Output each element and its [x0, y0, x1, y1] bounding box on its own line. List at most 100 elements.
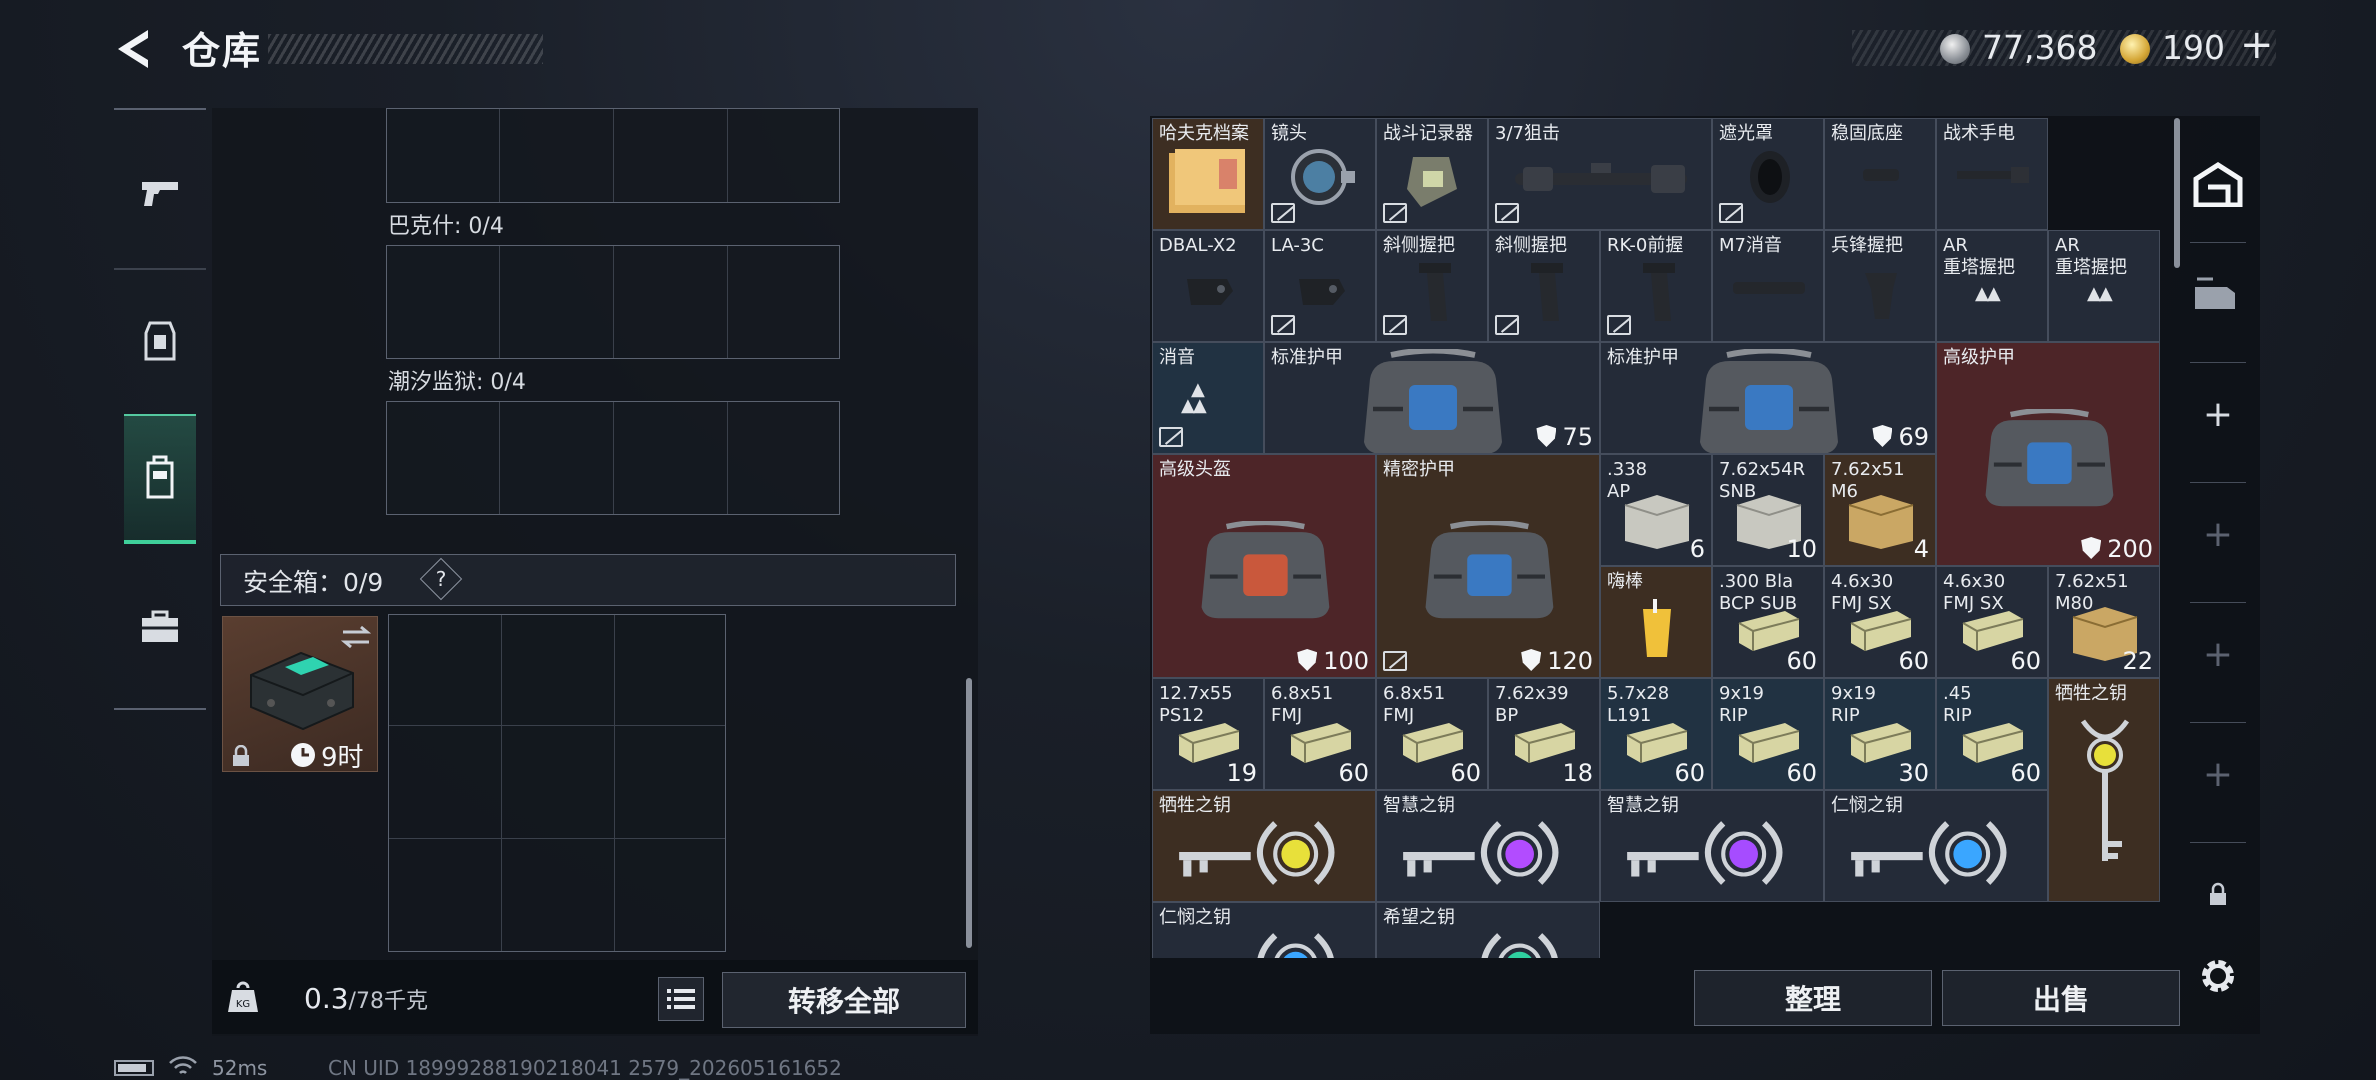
- storage-item[interactable]: 精密护甲 120: [1376, 454, 1600, 678]
- item-name: M7消音: [1719, 235, 1782, 256]
- armor-durability: 100: [1297, 647, 1369, 675]
- storage-item[interactable]: 兵锋握把: [1824, 230, 1936, 342]
- durability-value: 100: [1323, 647, 1369, 675]
- storage-item[interactable]: RK-0前握: [1600, 230, 1712, 342]
- storage-item[interactable]: 7.62x54R SNB 10: [1712, 454, 1824, 566]
- storage-item[interactable]: 遮光罩: [1712, 118, 1824, 230]
- sort-button[interactable]: 整理: [1694, 970, 1932, 1026]
- nav-items[interactable]: [124, 562, 196, 692]
- storage-item[interactable]: 战术手电: [1936, 118, 2048, 230]
- storage-item[interactable]: 7.62x51 M6 4: [1824, 454, 1936, 566]
- list-view-button[interactable]: [658, 977, 704, 1021]
- storage-item[interactable]: DBAL-X2: [1152, 230, 1264, 342]
- storage-item[interactable]: 9x19 RIP 60: [1712, 678, 1824, 790]
- tab-add[interactable]: +: [2176, 614, 2260, 694]
- shield-icon: [1521, 649, 1542, 671]
- item-name: 高级头盔: [1159, 459, 1231, 480]
- safe-box-grid[interactable]: [388, 614, 726, 952]
- item-count: 30: [1898, 759, 1929, 787]
- container-slot-row[interactable]: [386, 245, 840, 359]
- storage-item[interactable]: ▲▲ AR 重塔握把: [2048, 230, 2160, 342]
- page-title: 仓库: [182, 29, 263, 73]
- storage-item[interactable]: 仁悯之钥: [1152, 902, 1376, 958]
- shield-icon: [1872, 425, 1893, 447]
- storage-item[interactable]: 7.62x39 BP 18: [1488, 678, 1600, 790]
- container-slot-row[interactable]: [386, 401, 840, 515]
- left-scrollbar[interactable]: [966, 678, 972, 948]
- storage-item[interactable]: .45 RIP 60: [1936, 678, 2048, 790]
- not-tradeable-icon: [1159, 427, 1183, 447]
- container-label: 潮汐监狱: 0/4: [388, 370, 526, 395]
- nav-armor[interactable]: [124, 276, 196, 406]
- storage-item[interactable]: 智慧之钥: [1600, 790, 1824, 902]
- storage-item[interactable]: 4.6x30 FMJ SX 60: [1824, 566, 1936, 678]
- storage-item[interactable]: LA-3C: [1264, 230, 1376, 342]
- item-count: 22: [2122, 647, 2153, 675]
- storage-item[interactable]: 智慧之钥: [1376, 790, 1600, 902]
- not-tradeable-icon: [1719, 203, 1743, 223]
- item-name: 4.6x30 FMJ SX: [1943, 571, 2006, 614]
- tab-locked[interactable]: [2176, 854, 2260, 934]
- nav-weapons[interactable]: [124, 128, 196, 258]
- storage-item[interactable]: 3/7狙击: [1488, 118, 1712, 230]
- user-uid: CN UID 18999288190218041 2579_2026051616…: [328, 1056, 842, 1080]
- add-gold-button[interactable]: +: [2240, 22, 2274, 68]
- tab-divider: [2190, 842, 2246, 843]
- tab-warehouse[interactable]: [2176, 144, 2260, 224]
- storage-item[interactable]: 希望之钥: [1376, 902, 1600, 958]
- foregrip-icon: [1531, 263, 1563, 321]
- sell-button[interactable]: 出售: [1942, 970, 2180, 1026]
- help-button[interactable]: ?: [419, 557, 463, 601]
- container-slot-row[interactable]: [386, 108, 840, 203]
- not-tradeable-icon: [1495, 315, 1519, 335]
- title-decoration: [268, 34, 543, 64]
- transfer-all-button[interactable]: 转移全部: [722, 972, 966, 1028]
- container-label: 巴克什: 0/4: [388, 214, 504, 239]
- storage-item[interactable]: ▲▲ AR 重塔握把: [1936, 230, 2048, 342]
- storage-item[interactable]: 镜头: [1264, 118, 1376, 230]
- storage-item[interactable]: 仁悯之钥: [1824, 790, 2048, 902]
- tab-add[interactable]: +: [2176, 494, 2260, 574]
- storage-item[interactable]: M7消音: [1712, 230, 1824, 342]
- gold-balance: 190: [2162, 28, 2225, 67]
- storage-item[interactable]: 斜侧握把: [1488, 230, 1600, 342]
- storage-item[interactable]: 斜侧握把: [1376, 230, 1488, 342]
- storage-item[interactable]: 4.6x30 FMJ SX 60: [1936, 566, 2048, 678]
- item-name: 斜侧握把: [1495, 235, 1567, 256]
- item-name: 嗨棒: [1607, 571, 1643, 592]
- storage-item[interactable]: 5.7x28 L191 60: [1600, 678, 1712, 790]
- storage-item[interactable]: 牺牲之钥: [2048, 678, 2160, 902]
- tab-add[interactable]: +: [2176, 374, 2260, 454]
- safe-box-item[interactable]: 9时: [222, 616, 378, 773]
- back-button[interactable]: [110, 24, 160, 74]
- storage-item[interactable]: 战斗记录器: [1376, 118, 1488, 230]
- storage-item[interactable]: 标准护甲 75: [1264, 342, 1600, 454]
- storage-item[interactable]: 稳固底座: [1824, 118, 1936, 230]
- storage-item[interactable]: 哈夫克档案: [1152, 118, 1264, 230]
- item-name: 遮光罩: [1719, 123, 1773, 144]
- storage-item[interactable]: .300 Bla BCP SUB 60: [1712, 566, 1824, 678]
- settings-button[interactable]: [2176, 936, 2260, 1016]
- storage-item[interactable]: 6.8x51 FMJ 60: [1264, 678, 1376, 790]
- swap-icon: [341, 625, 371, 649]
- storage-item[interactable]: 标准护甲 69: [1600, 342, 1936, 454]
- silver-balance: 77,368: [1982, 28, 2098, 67]
- storage-item[interactable]: 6.8x51 FMJ 60: [1376, 678, 1488, 790]
- storage-item[interactable]: 嗨棒: [1600, 566, 1712, 678]
- nav-backpack[interactable]: [124, 414, 196, 544]
- item-name: 战术手电: [1943, 123, 2015, 144]
- storage-item[interactable]: 12.7x55 PS12 19: [1152, 678, 1264, 790]
- wifi-icon: [169, 1056, 197, 1074]
- storage-item[interactable]: 牺牲之钥: [1152, 790, 1376, 902]
- tab-add[interactable]: +: [2176, 734, 2260, 814]
- storage-item[interactable]: 7.62x51 M80 22: [2048, 566, 2160, 678]
- item-name: .45 RIP: [1943, 683, 1972, 726]
- item-name: 牺牲之钥: [1159, 795, 1231, 816]
- storage-item[interactable]: .338 AP 6: [1600, 454, 1712, 566]
- storage-item[interactable]: 高级护甲 200: [1936, 342, 2160, 566]
- storage-item[interactable]: 9x19 RIP 30: [1824, 678, 1936, 790]
- tab-deposit[interactable]: [2176, 254, 2260, 334]
- storage-item[interactable]: ▲ ▲▲ 消音: [1152, 342, 1264, 454]
- storage-panel: 哈夫克档案 镜头 战斗记录器 3/7狙击 遮光罩 稳固底座 战术手电 DBAL-X2 LA-3C…: [1150, 116, 2260, 1034]
- storage-item[interactable]: 高级头盔 100: [1152, 454, 1376, 678]
